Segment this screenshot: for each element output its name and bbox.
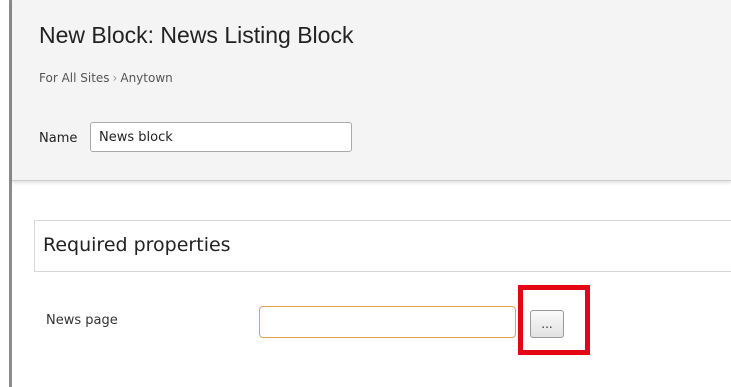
page-title: New Block: News Listing Block xyxy=(39,22,354,48)
section-title: Required properties xyxy=(43,234,231,256)
name-label: Name xyxy=(39,131,78,146)
breadcrumb-separator-icon: › xyxy=(112,71,118,85)
required-properties-section: Required properties xyxy=(34,220,731,272)
block-editor-page: New Block: News Listing Block For All Si… xyxy=(0,0,731,387)
news-page-label: News page xyxy=(46,313,118,328)
breadcrumb: For All Sites › Anytown xyxy=(39,71,173,85)
breadcrumb-item-for-all-sites[interactable]: For All Sites xyxy=(39,71,110,85)
browse-button[interactable]: ... xyxy=(530,310,564,338)
name-input[interactable] xyxy=(90,122,352,152)
breadcrumb-item-anytown[interactable]: Anytown xyxy=(120,71,172,85)
editor-header: New Block: News Listing Block For All Si… xyxy=(12,0,731,181)
news-page-input[interactable] xyxy=(259,306,516,338)
